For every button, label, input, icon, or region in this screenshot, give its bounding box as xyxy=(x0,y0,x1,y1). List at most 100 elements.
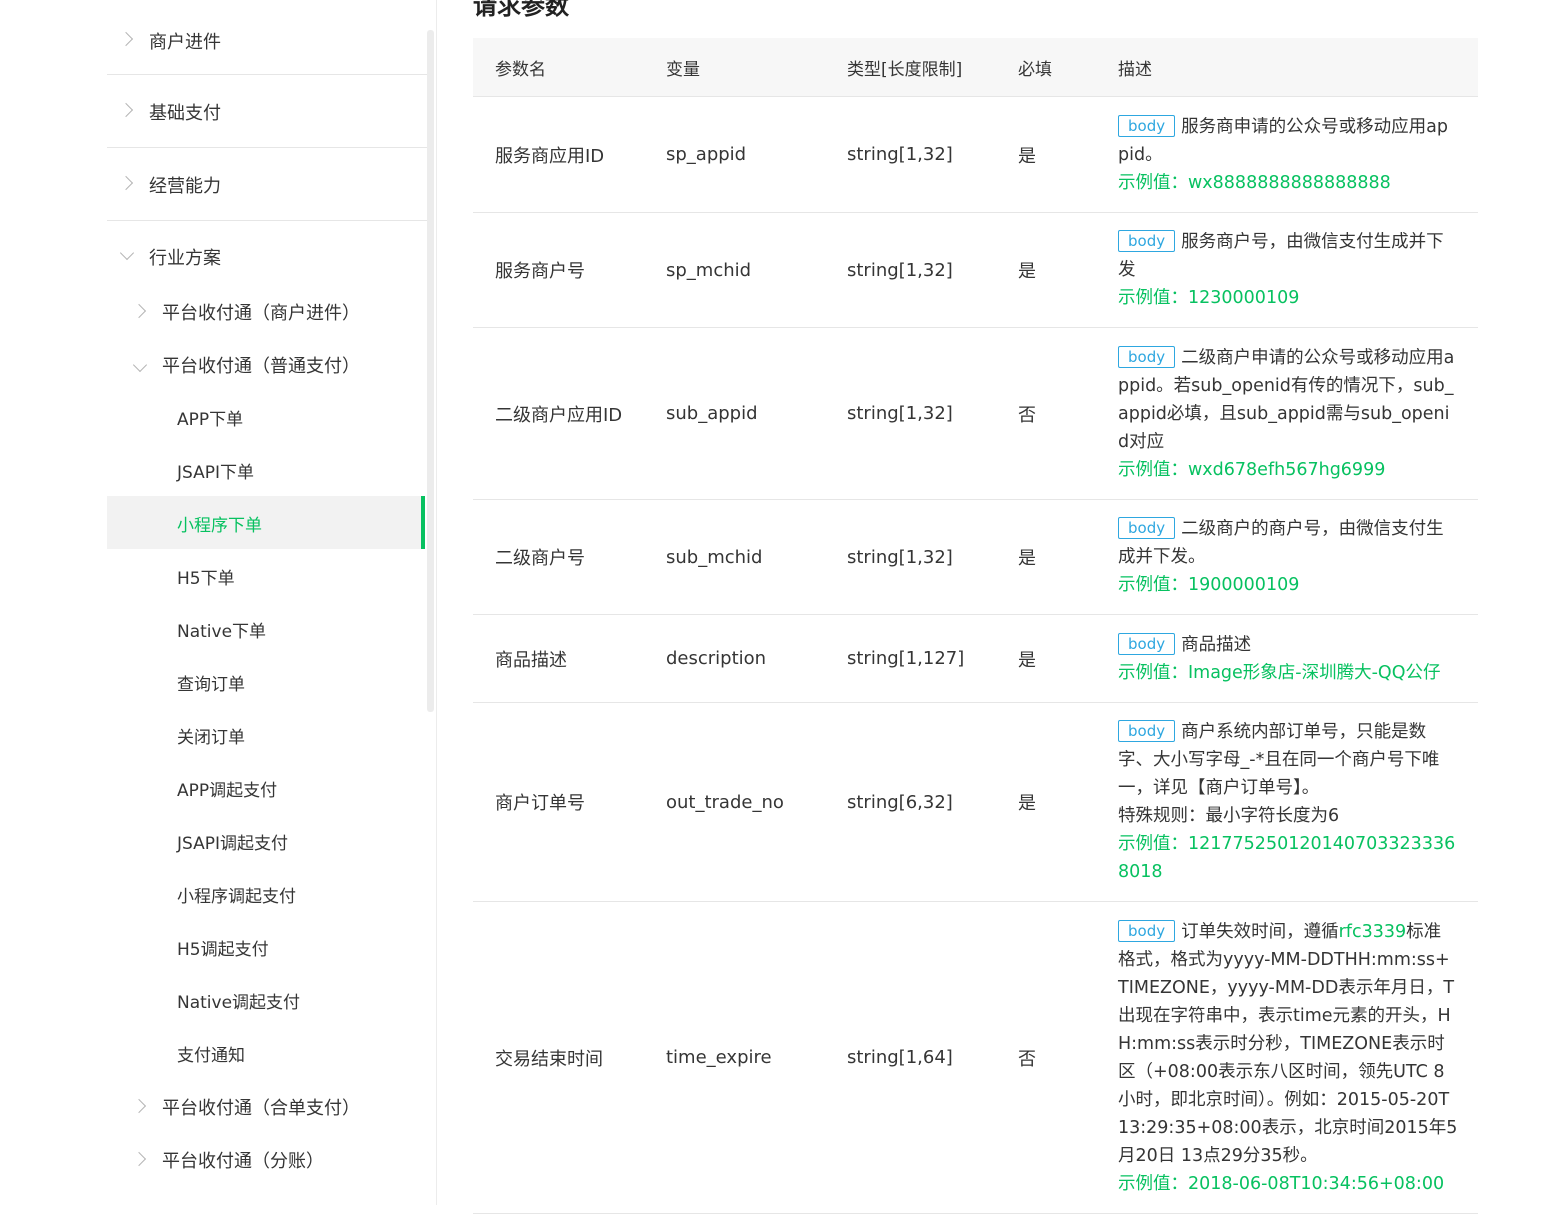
chevron-right-icon xyxy=(131,303,147,319)
chevron-right-icon xyxy=(131,1151,147,1167)
chevron-right-icon xyxy=(118,31,134,47)
example-value: 示例值：1217752501201407033233368018 xyxy=(1118,834,1456,882)
table-row: 商品描述 description string[1,127] 是 body 商品描… xyxy=(473,614,1478,703)
table-header-row: 参数名 变量 类型[长度限制] 必填 描述 xyxy=(473,38,1478,97)
description-cell: body 商品描述 示例值：Image形象店-深圳腾大-QQ公仔 xyxy=(1096,614,1478,703)
variable-cell: description xyxy=(644,614,825,703)
body-tag: body xyxy=(1118,114,1176,137)
nav-item-h5-order[interactable]: H5下单 xyxy=(107,549,425,602)
nav-item-native-invoke[interactable]: Native调起支付 xyxy=(107,973,425,1026)
nav-category-industry[interactable]: 行业方案 xyxy=(107,220,427,280)
type-cell: string[1,127] xyxy=(825,614,996,703)
type-cell: string[1,32] xyxy=(825,96,996,213)
required-cell: 否 xyxy=(996,327,1096,500)
description-cell: body 服务商申请的公众号或移动应用appid。 示例值：wx888888888… xyxy=(1096,96,1478,213)
nav-category-merchant-onboarding[interactable]: 商户进件 xyxy=(107,2,427,75)
nav-item-label: APP调起支付 xyxy=(177,781,278,801)
nav-item-jsapi-order[interactable]: JSAPI下单 xyxy=(107,443,425,496)
nav-item-label: 查询订单 xyxy=(177,675,245,695)
nav-category-label: 商户进件 xyxy=(149,32,221,53)
sidebar-nav: 商户进件 基础支付 经营能力 行业方案 平台收付通（商户进件） 平台收付通（普通… xyxy=(0,0,437,1205)
nav-item-label: H5调起支付 xyxy=(177,940,269,960)
column-header-param-name: 参数名 xyxy=(473,38,644,97)
variable-cell: out_trade_no xyxy=(644,702,825,902)
nav-sub-platform-normal-pay[interactable]: 平台收付通（普通支付） xyxy=(107,337,427,390)
nav-sub-label: 平台收付通（合单支付） xyxy=(162,1098,360,1119)
table-row: 服务商户号 sp_mchid string[1,32] 是 body 服务商户号，… xyxy=(473,212,1478,328)
nav-item-label: 小程序调起支付 xyxy=(177,887,296,907)
required-cell: 是 xyxy=(996,96,1096,213)
required-cell: 是 xyxy=(996,614,1096,703)
chevron-down-icon xyxy=(119,245,135,261)
param-name-cell: 商品描述 xyxy=(473,614,644,703)
required-cell: 是 xyxy=(996,702,1096,902)
nav-item-miniprogram-order[interactable]: 小程序下单 xyxy=(107,496,425,549)
nav-sub-platform-combine-pay[interactable]: 平台收付通（合单支付） xyxy=(107,1079,427,1132)
column-header-required: 必填 xyxy=(996,38,1096,97)
nav-item-app-order[interactable]: APP下单 xyxy=(107,390,425,443)
nav-item-miniprogram-invoke[interactable]: 小程序调起支付 xyxy=(107,867,425,920)
body-tag: body xyxy=(1118,345,1176,368)
nav-category-label: 行业方案 xyxy=(149,248,221,269)
type-cell: string[1,32] xyxy=(825,212,996,328)
required-cell: 是 xyxy=(996,499,1096,615)
param-name-cell: 服务商户号 xyxy=(473,212,644,328)
nav-item-label: Native调起支付 xyxy=(177,993,301,1013)
example-value: 示例值：wxd678efh567hg6999 xyxy=(1118,459,1386,480)
param-name-cell: 交易结束时间 xyxy=(473,901,644,1214)
special-rule-text: 特殊规则：最小字符长度为6 xyxy=(1118,806,1340,826)
table-row: 服务商应用ID sp_appid string[1,32] 是 body 服务商申… xyxy=(473,96,1478,213)
nav-item-label: JSAPI下单 xyxy=(177,463,255,483)
example-value: 示例值：1900000109 xyxy=(1118,575,1300,595)
nav-category-label: 基础支付 xyxy=(149,103,221,124)
required-cell: 否 xyxy=(996,901,1096,1214)
nav-item-app-invoke[interactable]: APP调起支付 xyxy=(107,761,425,814)
variable-cell: sub_mchid xyxy=(644,499,825,615)
chevron-right-icon xyxy=(131,1098,147,1114)
body-tag: body xyxy=(1118,517,1176,539)
type-cell: string[1,32] xyxy=(825,327,996,500)
nav-item-label: 小程序下单 xyxy=(177,516,262,536)
param-name-cell: 二级商户号 xyxy=(473,499,644,615)
column-header-description: 描述 xyxy=(1096,38,1478,97)
nav-sub-platform-onboarding[interactable]: 平台收付通（商户进件） xyxy=(107,284,427,337)
body-tag: body xyxy=(1118,230,1176,252)
nav-sub-platform-profit-sharing[interactable]: 平台收付通（分账） xyxy=(107,1132,427,1185)
nav-item-label: 关闭订单 xyxy=(177,728,245,748)
table-row: 二级商户应用ID sub_appid string[1,32] 否 body 二级… xyxy=(473,327,1478,500)
nav-item-jsapi-invoke[interactable]: JSAPI调起支付 xyxy=(107,814,425,867)
type-cell: string[6,32] xyxy=(825,702,996,902)
nav-item-query-order[interactable]: 查询订单 xyxy=(107,655,425,708)
chevron-down-icon xyxy=(132,357,148,373)
nav-category-label: 经营能力 xyxy=(149,176,221,197)
variable-cell: time_expire xyxy=(644,901,825,1214)
nav-item-label: H5下单 xyxy=(177,569,235,589)
body-tag: body xyxy=(1118,632,1176,655)
nav-item-native-order[interactable]: Native下单 xyxy=(107,602,425,655)
nav-sub-label: 平台收付通（普通支付） xyxy=(162,356,360,377)
table-row: 交易结束时间 time_expire string[1,64] 否 body 订单… xyxy=(473,901,1478,1214)
nav-category-operation[interactable]: 经营能力 xyxy=(107,148,427,221)
description-cell: body 服务商户号，由微信支付生成并下发 示例值：1230000109 xyxy=(1096,212,1478,328)
nav-sub-label: 平台收付通（商户进件） xyxy=(162,303,360,324)
description-cell: body 二级商户的商户号，由微信支付生成并下发。 示例值：1900000109 xyxy=(1096,499,1478,615)
body-tag: body xyxy=(1118,919,1176,942)
column-header-variable: 变量 xyxy=(644,38,825,97)
nav-item-pay-notify[interactable]: 支付通知 xyxy=(107,1026,425,1079)
request-params-table: 参数名 变量 类型[长度限制] 必填 描述 服务商应用ID sp_appid s… xyxy=(473,38,1478,1214)
param-name-cell: 服务商应用ID xyxy=(473,96,644,213)
rfc3339-link[interactable]: rfc3339 xyxy=(1339,922,1407,942)
description-cell: body 订单失效时间，遵循rfc3339标准格式，格式为yyyy-MM-DDTH… xyxy=(1096,901,1478,1214)
column-header-type: 类型[长度限制] xyxy=(825,38,996,97)
nav-category-basic-payment[interactable]: 基础支付 xyxy=(107,75,427,148)
description-cell: body 二级商户申请的公众号或移动应用appid。若sub_openid有传的情… xyxy=(1096,327,1478,500)
nav-item-close-order[interactable]: 关闭订单 xyxy=(107,708,425,761)
sidebar-scrollbar[interactable] xyxy=(427,30,434,712)
example-value: 示例值：2018-06-08T10:34:56+08:00 xyxy=(1118,1173,1445,1194)
nav-item-h5-invoke[interactable]: H5调起支付 xyxy=(107,920,425,973)
section-title: 请求参数 xyxy=(473,0,569,20)
variable-cell: sp_appid xyxy=(644,96,825,213)
description-text: 标准格式，格式为yyyy-MM-DDTHH:mm:ss+TIMEZONE，yyy… xyxy=(1118,921,1458,1166)
nav-sub-label: 平台收付通（分账） xyxy=(162,1151,324,1172)
description-cell: body 商户系统内部订单号，只能是数字、大小写字母_-*且在同一个商户号下唯一，… xyxy=(1096,702,1478,902)
